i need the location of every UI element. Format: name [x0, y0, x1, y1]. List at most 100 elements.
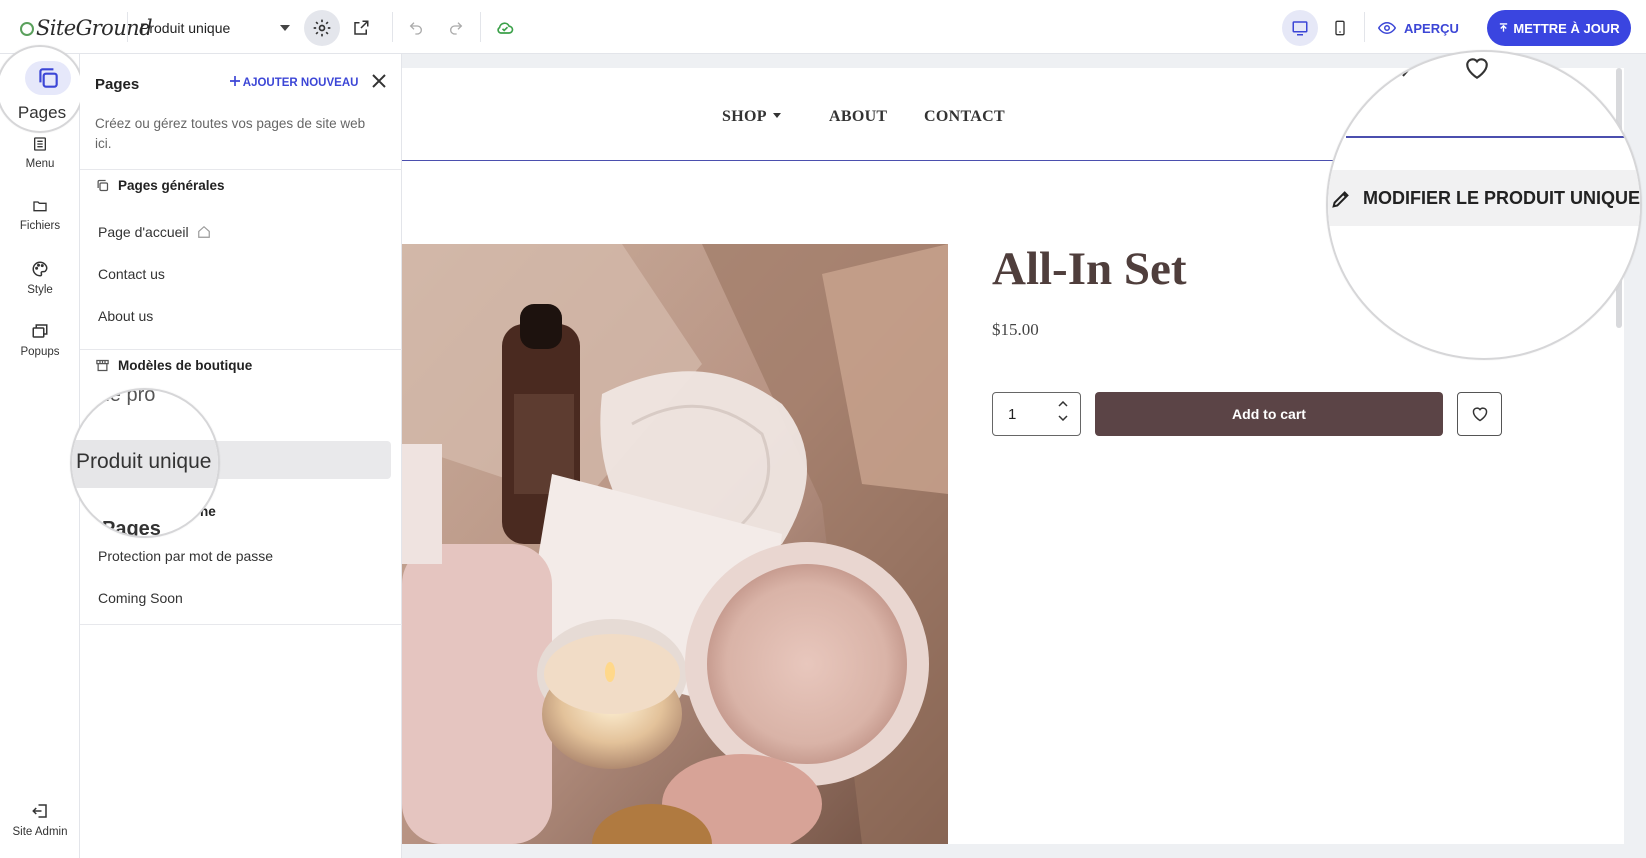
heart-icon	[1472, 407, 1487, 422]
general-pages-label: Pages générales	[118, 178, 225, 193]
update-button[interactable]: METTRE À JOUR	[1487, 10, 1631, 46]
rail-pages-label: Pages	[17, 103, 67, 122]
eye-icon	[1378, 21, 1396, 35]
palette-icon	[32, 261, 48, 277]
rail-item-site-admin[interactable]: Site Admin	[0, 802, 80, 838]
divider	[480, 12, 481, 42]
popups-icon	[32, 324, 48, 338]
add-new-page-button[interactable]: AJOUTER NOUVEAU	[230, 76, 358, 89]
open-external-button[interactable]	[343, 10, 379, 46]
rail-popups-label: Popups	[20, 346, 60, 358]
divider	[80, 169, 402, 170]
preview-label: APERÇU	[1404, 20, 1459, 36]
upload-icon	[1500, 23, 1508, 32]
selected-page-magnifier: e de pro Produit unique Pages	[70, 388, 220, 538]
divider	[392, 12, 393, 42]
page-item-coming-soon[interactable]: Coming Soon	[98, 590, 183, 606]
product-price: $15.00	[992, 320, 1039, 339]
page-item-label: Contact us	[98, 266, 165, 282]
menu-list-icon	[34, 137, 46, 151]
rail-item-style[interactable]: Style	[0, 260, 80, 296]
chevron-left-icon	[1402, 67, 1411, 77]
heart-icon[interactable]	[1464, 56, 1490, 80]
top-toolbar: SiteGround Produit unique APERÇU METTRE …	[0, 0, 1646, 54]
nav-contact[interactable]: CONTACT	[924, 108, 1005, 126]
rail-item-popups[interactable]: Popups	[0, 322, 80, 358]
close-icon	[372, 74, 386, 88]
rail-item-pages[interactable]	[25, 61, 71, 95]
page-item-contact[interactable]: Contact us	[98, 266, 165, 282]
product-title: All-In Set	[992, 243, 1187, 295]
chevron-down-icon	[280, 25, 290, 31]
page-item-label: Page d'accueil	[98, 224, 189, 240]
general-pages-heading: Pages générales	[95, 178, 225, 193]
mobile-icon	[1335, 20, 1345, 36]
rail-item-menu[interactable]: Menu	[0, 136, 80, 170]
rail-menu-label: Menu	[25, 158, 55, 170]
wishlist-button[interactable]	[1457, 392, 1502, 436]
divider	[80, 349, 402, 350]
page-item-home[interactable]: Page d'accueil	[98, 224, 211, 240]
shop-templates-label: Modèles de boutique	[118, 358, 253, 373]
rail-files-label: Fichiers	[19, 220, 61, 232]
settings-gear-button[interactable]	[304, 10, 340, 46]
external-link-icon	[354, 20, 369, 35]
edit-single-product-label[interactable]: MODIFIER LE PRODUIT UNIQUE	[1363, 188, 1640, 209]
rail-style-label: Style	[27, 284, 53, 296]
rail-site-admin-label: Site Admin	[12, 826, 68, 838]
page-selector-value: Produit unique	[140, 20, 231, 36]
redo-button[interactable]	[438, 10, 474, 46]
product-image	[402, 244, 948, 844]
caret-down-icon	[772, 113, 781, 118]
selected-page-label[interactable]: Produit unique	[76, 450, 211, 474]
page-item-label: Protection par mot de passe	[98, 548, 274, 564]
redo-icon	[450, 22, 463, 35]
chevron-up-icon[interactable]	[1058, 401, 1068, 407]
add-new-label: AJOUTER NOUVEAU	[242, 77, 359, 89]
shop-item-partial: e de pro	[82, 388, 156, 406]
store-icon	[96, 359, 109, 372]
plus-icon	[230, 76, 240, 86]
siteground-logo: SiteGround	[20, 16, 153, 40]
add-to-cart-button[interactable]: Add to cart	[1095, 392, 1443, 436]
home-icon	[197, 225, 210, 238]
divider	[80, 624, 402, 625]
preview-button[interactable]: APERÇU	[1378, 14, 1459, 42]
pencil-icon	[1332, 191, 1349, 208]
cloud-save-status[interactable]	[487, 10, 523, 46]
edit-overlay-magnifier: MODIFIER LE PRODUIT UNIQUE	[1326, 50, 1642, 360]
page-item-password-protection[interactable]: Protection par mot de passe	[98, 548, 273, 564]
quantity-arrows[interactable]	[1058, 401, 1068, 421]
update-label: METTRE À JOUR	[1513, 20, 1620, 36]
quantity-stepper[interactable]: 1	[992, 392, 1081, 436]
rail-item-files[interactable]: Fichiers	[0, 198, 80, 232]
page-item-about[interactable]: About us	[98, 308, 153, 324]
pages-magnifier: Pages	[0, 45, 84, 133]
divider	[1364, 12, 1365, 42]
exit-icon	[32, 804, 47, 818]
desktop-icon	[1292, 21, 1308, 36]
panel-description: Créez ou gérez toutes vos pages de site …	[95, 116, 366, 151]
desktop-view-button[interactable]	[1282, 10, 1318, 46]
panel-title: Pages	[95, 76, 140, 93]
close-panel-button[interactable]	[372, 74, 390, 92]
undo-icon	[409, 22, 422, 35]
system-pages-heading-magnified: Pages	[102, 518, 161, 538]
cloud-check-icon	[497, 22, 514, 34]
mobile-view-button[interactable]	[1322, 10, 1358, 46]
nav-underline	[1346, 136, 1640, 138]
page-selector-dropdown[interactable]: Produit unique	[140, 14, 292, 42]
quantity-value: 1	[1008, 405, 1017, 423]
chevron-down-icon[interactable]	[1058, 415, 1068, 421]
nav-about[interactable]: ABOUT	[829, 108, 887, 126]
divider	[127, 12, 128, 42]
page-item-label: Coming Soon	[98, 590, 183, 606]
left-rail: Menu Fichiers Style Popups Site Admin	[0, 54, 80, 858]
pages-icon	[97, 179, 109, 192]
nav-shop[interactable]: SHOP	[722, 108, 781, 126]
folder-icon	[33, 201, 47, 212]
page-item-label: About us	[98, 308, 154, 324]
undo-button[interactable]	[398, 10, 434, 46]
pages-icon	[39, 68, 58, 88]
shop-templates-heading: Modèles de boutique	[95, 358, 252, 373]
